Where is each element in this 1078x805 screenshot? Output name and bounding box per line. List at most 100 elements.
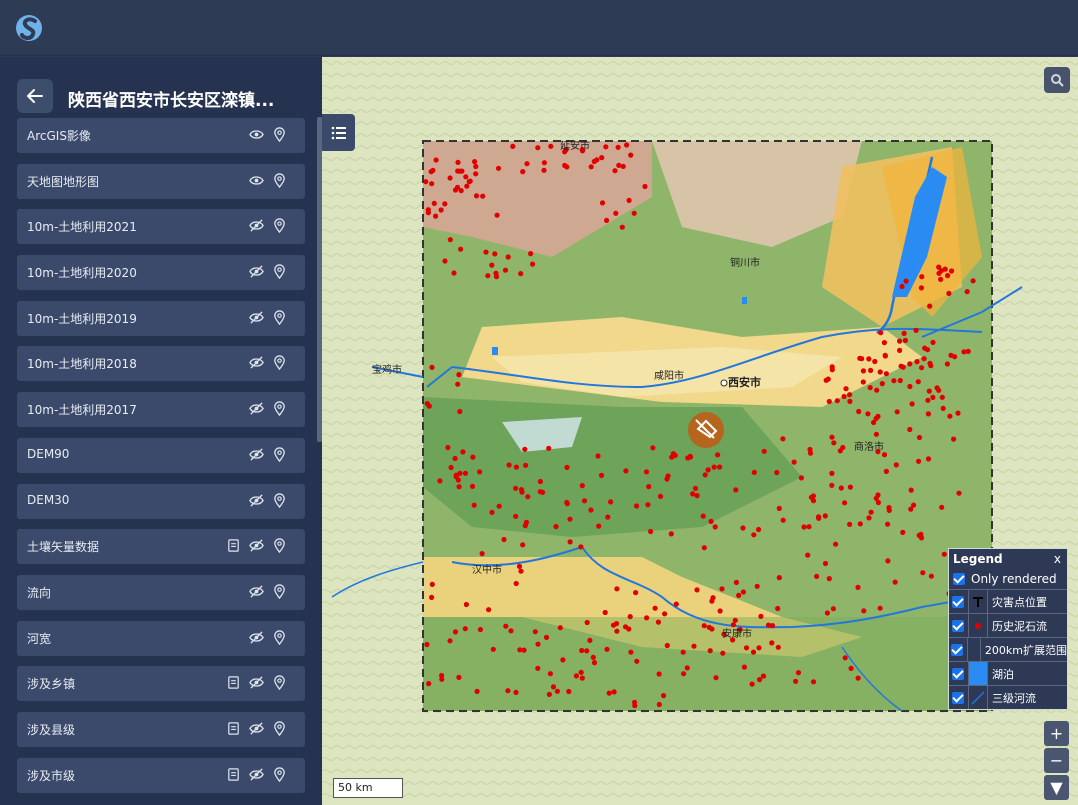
debris-flow-point[interactable]: [599, 200, 606, 206]
attribute-table-icon[interactable]: [226, 538, 241, 557]
debris-flow-point[interactable]: [501, 536, 507, 543]
debris-flow-point[interactable]: [489, 509, 495, 515]
debris-flow-point[interactable]: [606, 690, 612, 696]
debris-flow-point[interactable]: [713, 675, 719, 681]
debris-flow-point[interactable]: [842, 655, 848, 661]
debris-flow-point[interactable]: [546, 691, 552, 698]
debris-flow-point[interactable]: [566, 688, 572, 695]
debris-flow-point[interactable]: [537, 478, 543, 485]
debris-flow-point[interactable]: [730, 622, 736, 628]
eye-off-icon[interactable]: [249, 218, 264, 237]
debris-flow-point[interactable]: [908, 487, 914, 493]
debris-flow-point[interactable]: [614, 586, 620, 592]
debris-flow-point[interactable]: [826, 398, 832, 405]
debris-flow-point[interactable]: [711, 464, 717, 470]
debris-flow-point[interactable]: [624, 142, 630, 148]
debris-flow-point[interactable]: [791, 459, 797, 465]
debris-flow-point[interactable]: [866, 515, 872, 521]
debris-flow-point[interactable]: [751, 469, 757, 475]
debris-flow-point[interactable]: [823, 377, 829, 383]
debris-flow-point[interactable]: [642, 183, 648, 190]
hazard-marker[interactable]: [688, 412, 724, 448]
eye-off-icon[interactable]: [249, 310, 264, 329]
debris-flow-point[interactable]: [456, 484, 462, 490]
eye-off-icon[interactable]: [249, 538, 264, 557]
debris-flow-point[interactable]: [463, 174, 469, 180]
debris-flow-point[interactable]: [909, 401, 915, 407]
debris-flow-point[interactable]: [829, 434, 835, 440]
debris-flow-point[interactable]: [692, 485, 699, 491]
debris-flow-point[interactable]: [442, 201, 448, 207]
debris-flow-point[interactable]: [425, 210, 431, 216]
debris-flow-point[interactable]: [774, 469, 780, 476]
debris-flow-point[interactable]: [940, 405, 946, 411]
debris-flow-point[interactable]: [930, 394, 936, 400]
debris-flow-point[interactable]: [472, 159, 478, 165]
debris-flow-point[interactable]: [525, 494, 531, 500]
debris-flow-point[interactable]: [701, 545, 707, 551]
debris-flow-point[interactable]: [795, 670, 802, 676]
debris-flow-point[interactable]: [807, 446, 813, 453]
debris-flow-point[interactable]: [626, 197, 632, 203]
debris-flow-point[interactable]: [584, 619, 590, 626]
debris-flow-point[interactable]: [717, 608, 723, 614]
debris-flow-point[interactable]: [833, 541, 839, 547]
attribute-table-icon[interactable]: [226, 675, 241, 694]
debris-flow-point[interactable]: [780, 517, 786, 523]
debris-flow-point[interactable]: [680, 649, 686, 655]
layer-item[interactable]: 涉及市级: [17, 757, 305, 793]
debris-flow-point[interactable]: [842, 500, 848, 506]
debris-flow-point[interactable]: [470, 454, 476, 460]
map-search-button[interactable]: [1044, 67, 1070, 93]
debris-flow-point[interactable]: [750, 649, 757, 655]
debris-flow-point[interactable]: [613, 210, 619, 216]
debris-flow-point[interactable]: [564, 164, 570, 170]
debris-flow-point[interactable]: [925, 397, 931, 403]
debris-flow-point[interactable]: [657, 493, 664, 499]
debris-flow-point[interactable]: [590, 654, 596, 661]
legend-checkbox[interactable]: [951, 595, 964, 608]
debris-flow-point[interactable]: [736, 592, 742, 599]
debris-flow-point[interactable]: [451, 270, 457, 276]
layer-item[interactable]: 10m-土地利用2019: [17, 300, 305, 336]
debris-flow-point[interactable]: [460, 449, 466, 455]
debris-flow-point[interactable]: [930, 339, 936, 345]
debris-flow-point[interactable]: [751, 532, 757, 538]
debris-flow-point[interactable]: [530, 261, 536, 267]
debris-flow-point[interactable]: [944, 361, 951, 367]
legend-checkbox[interactable]: [951, 667, 964, 680]
eye-off-icon[interactable]: [249, 264, 264, 283]
debris-flow-point[interactable]: [830, 606, 836, 612]
debris-flow-point[interactable]: [632, 703, 638, 709]
locate-pin-icon[interactable]: [272, 721, 287, 740]
debris-flow-point[interactable]: [951, 436, 957, 442]
debris-flow-point[interactable]: [939, 504, 945, 510]
debris-flow-point[interactable]: [437, 478, 443, 484]
debris-flow-point[interactable]: [900, 529, 906, 535]
debris-flow-point[interactable]: [610, 622, 617, 628]
layer-item[interactable]: ArcGIS影像: [17, 118, 305, 153]
debris-flow-point[interactable]: [918, 285, 925, 291]
debris-flow-point[interactable]: [508, 628, 514, 634]
debris-flow-point[interactable]: [945, 273, 951, 279]
debris-flow-point[interactable]: [535, 665, 541, 671]
debris-flow-point[interactable]: [467, 178, 473, 184]
debris-flow-point[interactable]: [579, 675, 585, 681]
debris-flow-point[interactable]: [462, 626, 468, 632]
debris-flow-point[interactable]: [493, 274, 500, 280]
debris-flow-point[interactable]: [548, 143, 554, 149]
debris-flow-point[interactable]: [740, 589, 746, 595]
debris-flow-point[interactable]: [903, 278, 909, 284]
debris-flow-point[interactable]: [661, 693, 667, 699]
debris-flow-point[interactable]: [471, 502, 477, 508]
debris-flow-point[interactable]: [914, 359, 920, 365]
debris-flow-point[interactable]: [523, 462, 529, 468]
debris-flow-point[interactable]: [749, 681, 755, 687]
app-logo-icon[interactable]: [14, 12, 44, 44]
debris-flow-point[interactable]: [567, 539, 573, 545]
only-rendered-checkbox[interactable]: [953, 573, 965, 585]
debris-flow-point[interactable]: [855, 675, 861, 681]
debris-flow-point[interactable]: [687, 454, 694, 460]
debris-flow-point[interactable]: [919, 365, 925, 371]
debris-flow-point[interactable]: [826, 576, 832, 582]
